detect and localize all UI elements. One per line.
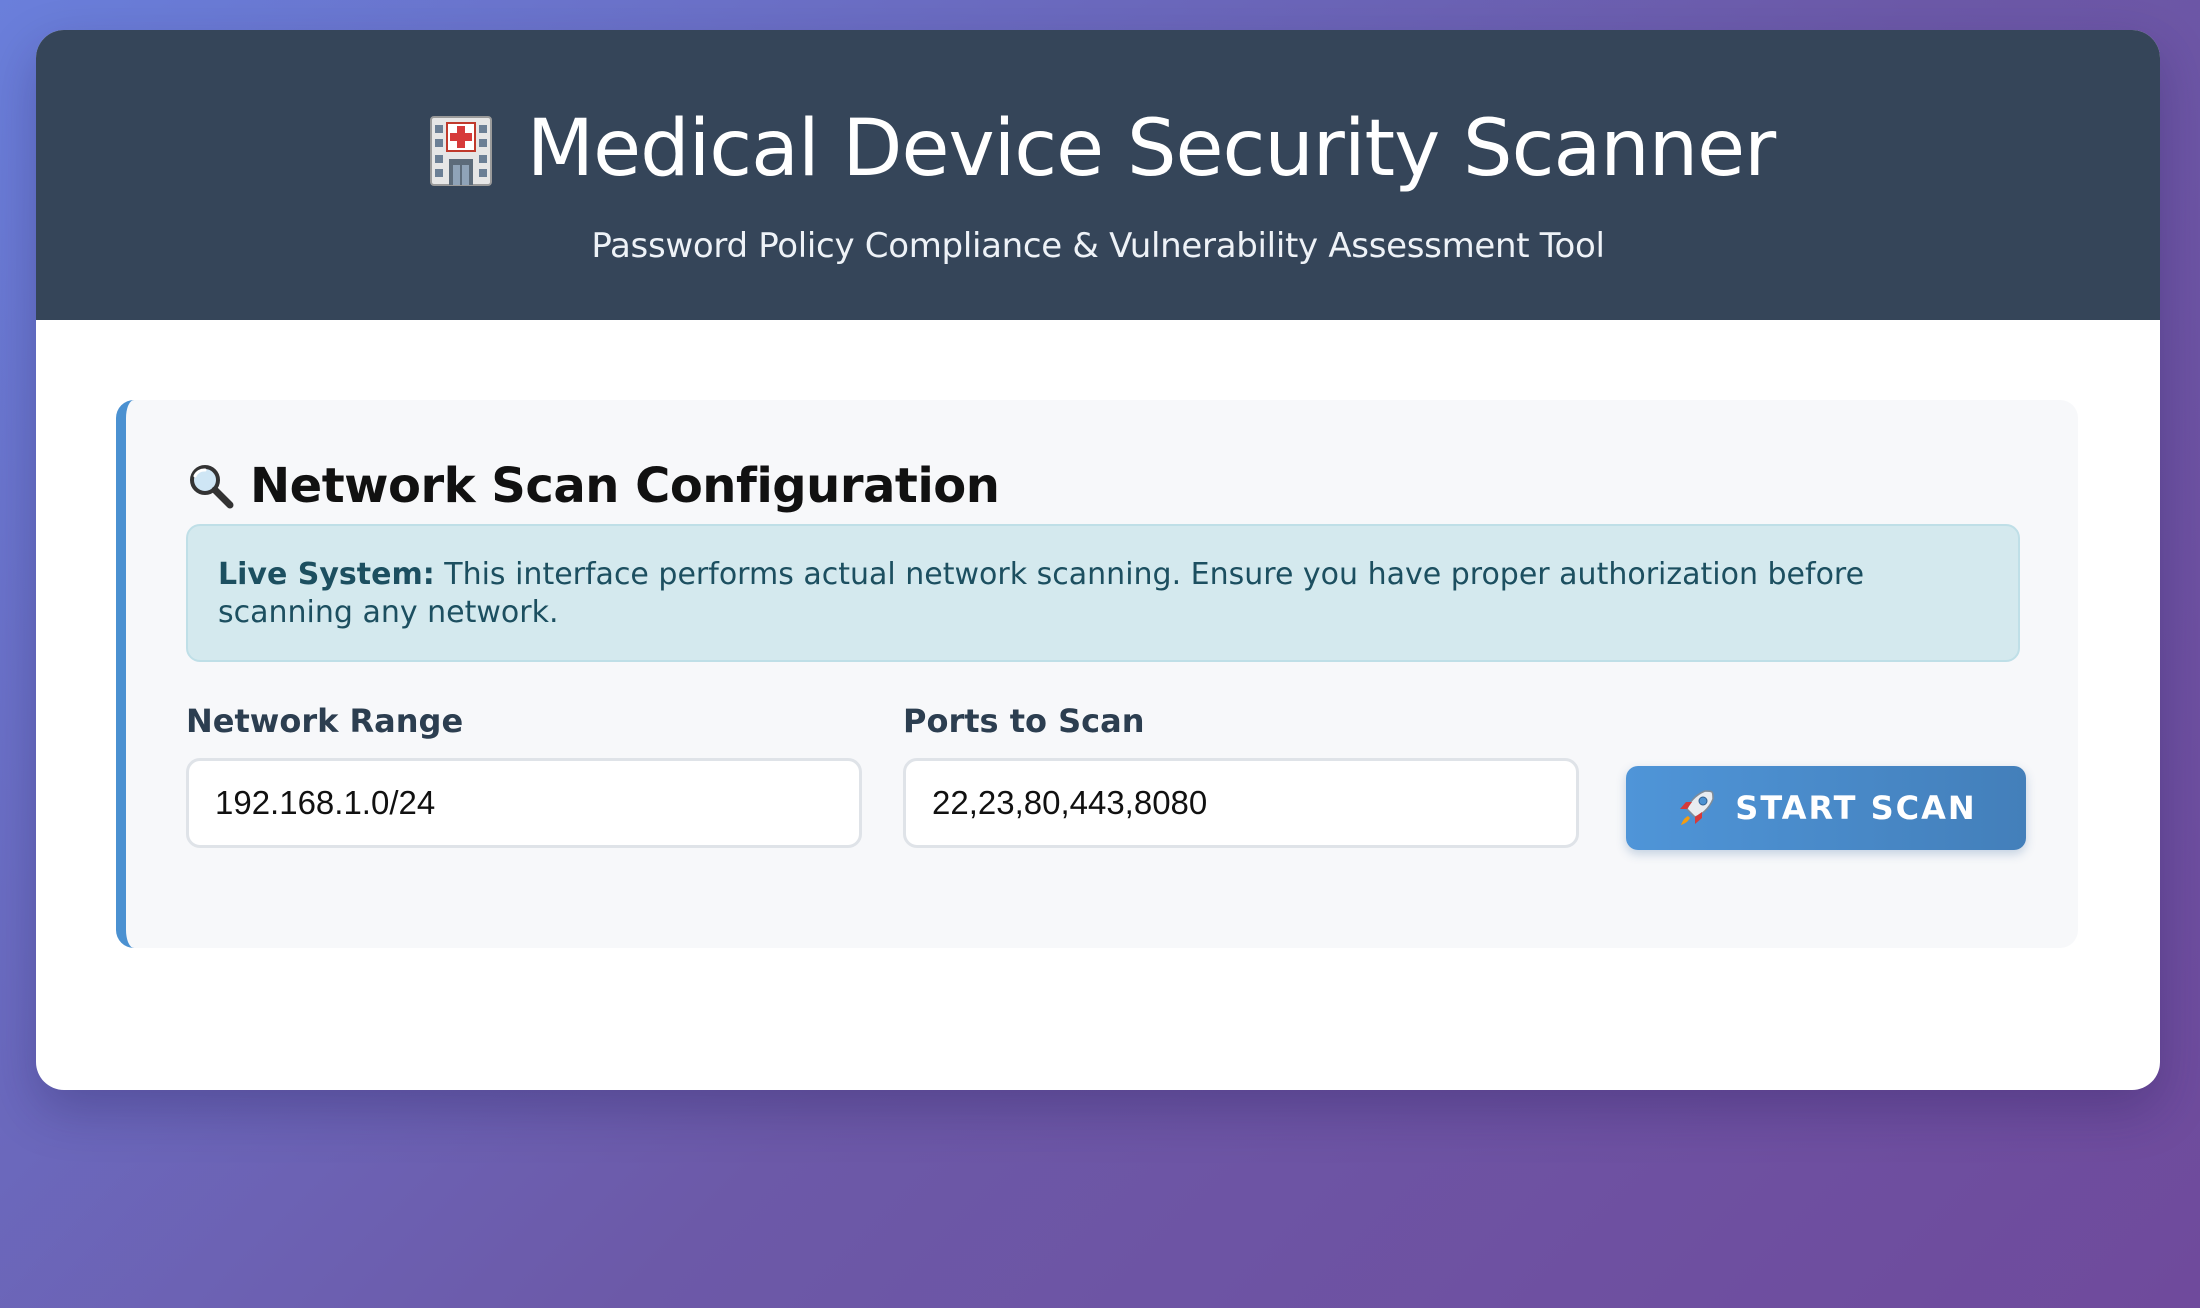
live-system-alert: Live System: This interface performs act… — [186, 524, 2020, 662]
app-title: Medical Device Security Scanner — [526, 104, 1776, 194]
panel-title: Network Scan Configuration — [250, 458, 1000, 514]
panel-heading: Network Scan Configuration — [186, 458, 1000, 514]
alert-message: This interface performs actual network s… — [218, 557, 1865, 630]
rocket-icon — [1680, 790, 1715, 825]
start-scan-button[interactable]: START SCAN — [1626, 766, 2026, 850]
alert-label: Live System: — [218, 557, 435, 592]
network-range-label: Network Range — [186, 702, 464, 740]
hospital-icon — [429, 116, 492, 186]
network-range-input[interactable] — [186, 758, 862, 848]
page-header: Medical Device Security Scanner Password… — [36, 30, 2160, 320]
scan-config-panel: Network Scan Configuration Live System: … — [116, 400, 2078, 948]
app-card: Medical Device Security Scanner Password… — [36, 30, 2160, 1090]
title-row: Medical Device Security Scanner — [36, 96, 2160, 202]
start-scan-label: START SCAN — [1735, 789, 1977, 827]
magnifier-icon — [190, 465, 234, 509]
ports-label: Ports to Scan — [903, 702, 1145, 740]
app-subtitle: Password Policy Compliance & Vulnerabili… — [591, 226, 1605, 266]
ports-input[interactable] — [903, 758, 1579, 848]
main-content: Network Scan Configuration Live System: … — [36, 320, 2160, 1090]
